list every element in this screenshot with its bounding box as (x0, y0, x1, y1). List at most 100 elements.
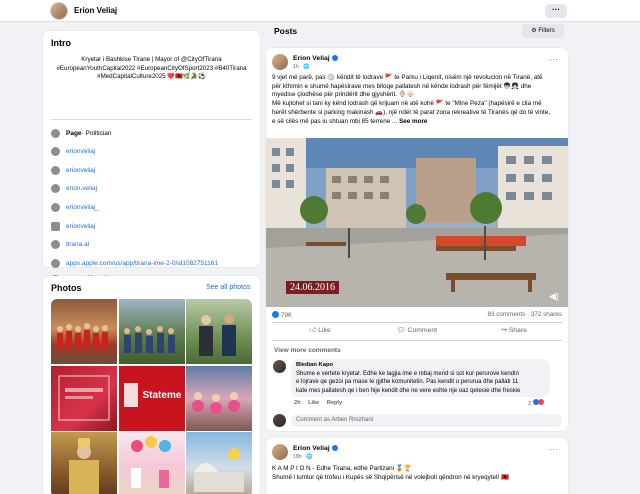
divider (272, 322, 562, 323)
like-reaction-icon (272, 311, 279, 318)
intro-link[interactable]: apps.apple.com/us/app/tirana-ime-2-0/id1… (66, 260, 218, 267)
globe-icon (51, 239, 60, 249)
intro-row[interactable]: apps.apple.com/us/app/tirana-ime-2-0/id1… (51, 257, 256, 269)
intro-row[interactable]: erionveliaj_ (51, 201, 256, 213)
post-text-line: Shumë i lumtur që trofeu i Kupës së Shqi… (272, 473, 510, 481)
photo-thumb[interactable] (186, 365, 252, 431)
photo-thumb[interactable] (51, 432, 117, 494)
see-more-link[interactable]: See more (399, 118, 427, 125)
post-card: Erion Veliaj 18h · 🌐 ··· K A M P I O N -… (266, 438, 568, 494)
intro-row[interactable]: erionveliaj (51, 164, 256, 176)
photo-dome-building (194, 448, 244, 492)
comment-reply-button[interactable]: Reply (327, 400, 342, 406)
photo-thumb[interactable] (51, 299, 117, 364)
verified-badge-icon (331, 55, 338, 62)
globe-icon (51, 258, 60, 268)
info-icon (51, 128, 60, 138)
photo-thumb[interactable] (186, 299, 252, 364)
comment-icon: 💬︎ (397, 327, 408, 334)
love-reaction-icon (537, 399, 544, 405)
comment-time[interactable]: 2h (294, 400, 301, 406)
post-card: Erion Veliaj 1h · 🌐 ··· 9 vjet më parë, … (266, 48, 568, 431)
post-text-last: e së cilës më pas iu shtuan mbi 85 terre… (272, 117, 398, 125)
photos-title: Photos (51, 283, 82, 293)
photo-thumb[interactable]: Stateme (118, 365, 185, 431)
commenter-avatar[interactable] (273, 360, 286, 373)
post-text-line: myedise çlodhëse për prindërit dhe gjysh… (272, 91, 415, 99)
volume-icon[interactable]: ◀) (549, 291, 559, 302)
profile-name[interactable]: Erion Veliaj (74, 6, 117, 15)
photo-thumb[interactable] (186, 432, 252, 494)
comments-shares-count[interactable]: 83 comments · 372 shares (487, 311, 562, 318)
post-timestamp[interactable]: 1h · 🌐 (293, 64, 310, 70)
share-label: Share (508, 327, 527, 334)
comment-reactions[interactable]: 2 (528, 399, 544, 407)
page-header-bar: Erion Veliaj ··· (0, 0, 640, 22)
intro-row[interactable]: erionveliaj (51, 220, 256, 232)
intro-link[interactable]: erionveliaj_ (66, 204, 99, 211)
photo-clergy (69, 438, 99, 494)
photo-thumb[interactable] (51, 365, 117, 431)
comment-reactions-count: 2 (528, 401, 532, 407)
like-button[interactable]: 👍︎ Like (272, 324, 368, 338)
post-options-button[interactable]: ··· (549, 55, 559, 64)
intro-link[interactable]: erionveliaj (66, 167, 95, 174)
intro-link[interactable]: tirana.al (66, 241, 89, 248)
post-text-line: K A M P I O N - Edhe Tirana, edhe Partiz… (272, 465, 412, 472)
comment-text-line: Shume e vertete kryetar. Edhe ke lagjia … (296, 371, 519, 377)
post-photo[interactable]: 24.06.2016 ◀) (266, 138, 568, 307)
intro-category-value: · Politician (81, 129, 112, 137)
post-options-button[interactable]: ··· (549, 445, 559, 454)
post-text-line: herët shërbente si parking makinash 🚗), … (272, 108, 551, 116)
intro-link[interactable]: erion.veliaj (66, 185, 97, 192)
linkedin-icon (51, 221, 60, 231)
photo-red-poster (58, 375, 110, 420)
filters-icon: ⚙ (531, 28, 537, 34)
photos-card: Photos See all photos Stateme (43, 276, 260, 494)
post-text: 9 vjet më parë, pas 🏐 këndit të lodrave … (272, 74, 564, 126)
comment-meta: 2h Like Reply (294, 400, 348, 406)
filters-label: Filters (538, 28, 555, 34)
intro-category-label: Page (66, 129, 82, 137)
instagram-icon (51, 146, 60, 156)
view-more-comments-link[interactable]: View more comments (274, 347, 341, 354)
reactions-summary[interactable]: 796 (272, 311, 292, 319)
photo-thumb[interactable] (118, 432, 185, 494)
comment-button[interactable]: 💬︎ Comment (369, 324, 465, 338)
comment-bubble: Bledian Kapo Shume e vertete kryetar. Ed… (291, 359, 550, 397)
filters-button[interactable]: ⚙ Filters (522, 24, 564, 38)
share-icon: ↪ (501, 327, 509, 334)
more-options-button[interactable]: ··· (545, 4, 567, 18)
intro-link[interactable]: erionveliaj (66, 223, 95, 230)
photo-volleyball-team (57, 323, 108, 349)
post-author-name[interactable]: Erion Veliaj (293, 445, 338, 452)
post-text-line: Më kujtohet si tani ky kënd lodrash që k… (272, 100, 542, 108)
statement-overlay-text: Stateme (142, 389, 182, 401)
posts-header: Posts ⚙ Filters (266, 22, 568, 40)
post-author-avatar[interactable] (272, 54, 288, 70)
intro-link[interactable]: erionveliaj (66, 148, 95, 155)
commenter-name[interactable]: Bledian Kapo (296, 362, 333, 368)
intro-card: Intro Kryetar i Bashkise Tirane | Mayor … (43, 31, 260, 288)
post-author-avatar[interactable] (272, 444, 288, 460)
intro-title: Intro (51, 38, 71, 48)
comment-input[interactable]: Comment as Arben Rrozhani (291, 414, 562, 427)
post-author-name[interactable]: Erion Veliaj (293, 55, 338, 62)
photo-thumb[interactable] (118, 299, 185, 364)
post-timestamp[interactable]: 18h · 🌐 (293, 454, 313, 460)
photo-two-men (199, 314, 236, 356)
intro-row[interactable]: tirana.al (51, 238, 256, 250)
photo-group-outdoor (123, 326, 175, 353)
statement-logo-mark (123, 382, 138, 407)
see-all-photos-link[interactable]: See all photos (206, 284, 250, 291)
comment-label: Comment (407, 327, 437, 334)
post-text: K A M P I O N - Edhe Tirana, edhe Partiz… (272, 465, 564, 482)
intro-row[interactable]: erion.veliaj (51, 182, 256, 194)
profile-avatar[interactable] (50, 2, 68, 20)
comment-text: Shume e vertete kryetar. Edhe ke lagjia … (296, 370, 546, 395)
post-text-line: e së cilës më pas iu shtuan mbi 85 terre… (272, 118, 564, 127)
share-button[interactable]: ↪ Share (466, 324, 562, 338)
comment-like-button[interactable]: Like (308, 400, 319, 406)
intro-row[interactable]: erionveliaj (51, 145, 256, 157)
posts-title: Posts (274, 26, 298, 36)
